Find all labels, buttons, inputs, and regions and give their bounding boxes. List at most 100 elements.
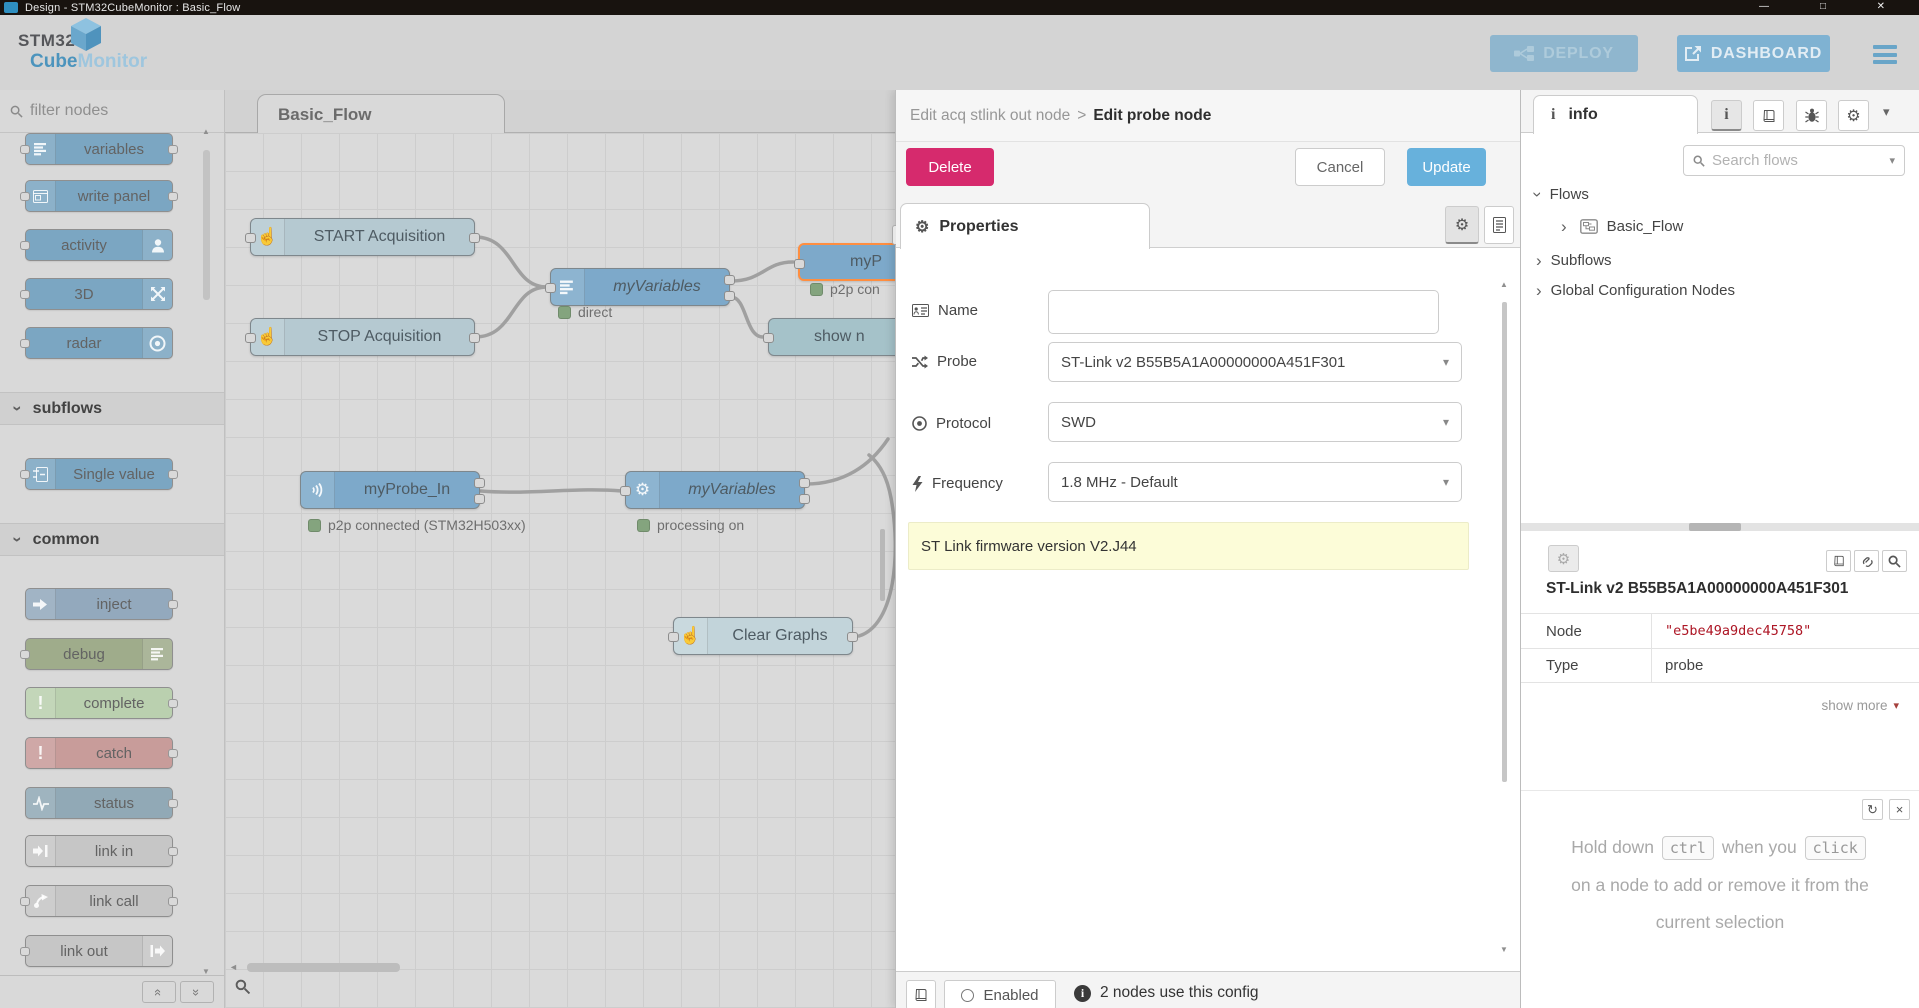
node-help-button[interactable] <box>906 980 936 1008</box>
name-input[interactable] <box>1048 290 1439 334</box>
sidebar-splitter[interactable] <box>1521 523 1919 531</box>
frequency-select[interactable]: 1.8 MHz - Default ▾ <box>1048 462 1462 502</box>
node-config-gear-button[interactable]: ⚙ <box>1548 545 1579 572</box>
tray-scrollbar[interactable] <box>1502 302 1507 782</box>
main-menu-button[interactable] <box>1873 45 1897 64</box>
chevron-down-icon[interactable]: ▾ <box>1883 104 1890 120</box>
scroll-left-icon[interactable]: ◄ <box>229 962 238 972</box>
tree-item-subflows[interactable]: › Subflows <box>1536 252 1612 269</box>
output-port[interactable] <box>469 233 480 243</box>
canvas-search-icon[interactable] <box>235 979 250 994</box>
palette-node-catch[interactable]: ! catch <box>25 737 178 769</box>
palette-node-link-out[interactable]: link out <box>20 935 173 967</box>
tab-properties[interactable]: ⚙ Properties <box>900 203 1150 250</box>
port[interactable] <box>168 799 178 808</box>
close-tip-button[interactable]: × <box>1889 799 1910 820</box>
node-myvariables-bottom[interactable]: ⚙ myVariables <box>620 471 810 509</box>
port[interactable] <box>168 192 178 201</box>
palette-node-radar[interactable]: radar <box>20 327 173 359</box>
palette-node-activity[interactable]: activity <box>20 229 173 261</box>
port[interactable] <box>168 847 178 856</box>
port[interactable] <box>20 650 30 659</box>
palette-node-status[interactable]: status <box>25 787 178 819</box>
search-flows-input[interactable] <box>1712 152 1862 169</box>
output-port[interactable] <box>799 494 810 504</box>
port[interactable] <box>168 600 178 609</box>
output-port[interactable] <box>799 478 810 488</box>
port[interactable] <box>20 192 30 201</box>
scroll-down-icon[interactable]: ▼ <box>1500 945 1508 954</box>
palette-collapse-all-button[interactable]: « <box>142 981 176 1003</box>
port[interactable] <box>168 699 178 708</box>
node-myprobe-in[interactable]: myProbe_In <box>300 471 485 509</box>
delete-button[interactable]: Delete <box>906 148 994 186</box>
port[interactable] <box>20 290 30 299</box>
node-myvariables-top[interactable]: myVariables <box>545 268 735 306</box>
splitter-grip[interactable] <box>1689 523 1741 531</box>
search-flows-box[interactable]: ▾ <box>1683 145 1905 176</box>
input-port[interactable] <box>668 632 679 642</box>
port[interactable] <box>20 241 30 250</box>
scroll-up-icon[interactable]: ▲ <box>202 127 210 136</box>
enabled-toggle-button[interactable]: Enabled <box>944 980 1056 1008</box>
vertical-scrollbar[interactable] <box>880 529 885 601</box>
refresh-tip-button[interactable]: ↻ <box>1862 799 1883 820</box>
node-show-notification[interactable]: show n <box>763 318 895 356</box>
palette-node-debug[interactable]: debug <box>20 638 173 670</box>
close-icon[interactable]: ✕ <box>1877 1 1885 12</box>
palette-scrollbar[interactable]: ▲ ▼ <box>202 127 211 976</box>
input-port[interactable] <box>245 233 256 243</box>
palette-node-variables[interactable]: variables <box>20 133 178 165</box>
output-port[interactable] <box>469 333 480 343</box>
sidebar-config-button[interactable]: ⚙ <box>1838 100 1869 131</box>
port[interactable] <box>168 145 178 154</box>
tab-basic-flow[interactable]: Basic_Flow <box>257 94 505 134</box>
node-myprobe-out-selected[interactable]: myP <box>794 243 895 281</box>
input-port[interactable] <box>245 333 256 343</box>
palette-node-3d[interactable]: 3D <box>20 278 173 310</box>
sidebar-debug-button[interactable] <box>1796 100 1827 131</box>
port[interactable] <box>20 897 30 906</box>
palette-node-link-call[interactable]: link call <box>20 885 178 917</box>
details-link-button[interactable] <box>1854 550 1879 572</box>
tab-info[interactable]: i info <box>1533 95 1698 135</box>
port[interactable] <box>168 749 178 758</box>
probe-select[interactable]: ST-Link v2 B55B5A1A00000000A451F301 ▾ <box>1048 342 1462 382</box>
cancel-button[interactable]: Cancel <box>1295 148 1385 186</box>
deploy-button[interactable]: DEPLOY <box>1490 35 1638 72</box>
palette-node-single-value[interactable]: Single value <box>20 458 178 490</box>
palette-section-subflows[interactable]: › subflows <box>0 392 224 425</box>
palette-node-write-panel[interactable]: write panel <box>20 180 178 212</box>
update-button[interactable]: Update <box>1407 148 1486 186</box>
breadcrumb-parent[interactable]: Edit acq stlink out node <box>910 107 1070 125</box>
port[interactable] <box>20 470 30 479</box>
details-help-button[interactable] <box>1826 550 1851 572</box>
details-search-button[interactable] <box>1882 550 1907 572</box>
node-stop-acquisition[interactable]: ☝ STOP Acquisition <box>245 318 480 356</box>
port[interactable] <box>20 339 30 348</box>
palette-filter[interactable] <box>0 90 224 133</box>
minimize-icon[interactable]: — <box>1759 1 1769 12</box>
palette-node-complete[interactable]: ! complete <box>25 687 178 719</box>
port[interactable] <box>20 145 30 154</box>
node-description-button[interactable] <box>1484 206 1514 244</box>
port[interactable] <box>20 947 30 956</box>
scroll-up-icon[interactable]: ▲ <box>1500 280 1508 289</box>
sidebar-info-button[interactable]: i <box>1711 100 1742 131</box>
dashboard-button[interactable]: DASHBOARD <box>1677 35 1830 72</box>
show-more-link[interactable]: show more ▾ <box>1821 698 1899 713</box>
node-start-acquisition[interactable]: ☝ START Acquisition <box>245 218 480 256</box>
palette-expand-all-button[interactable]: » <box>180 981 214 1003</box>
port[interactable] <box>168 897 178 906</box>
maximize-icon[interactable]: □ <box>1820 1 1826 12</box>
output-port[interactable] <box>724 291 735 301</box>
protocol-select[interactable]: SWD ▾ <box>1048 402 1462 442</box>
edit-properties-button[interactable]: ⚙ <box>1445 206 1479 244</box>
node-clear-graphs[interactable]: ☝ Clear Graphs <box>668 617 858 655</box>
input-port[interactable] <box>794 259 805 269</box>
sidebar-help-button[interactable] <box>1753 100 1784 131</box>
port[interactable] <box>168 470 178 479</box>
palette-filter-input[interactable] <box>30 102 190 120</box>
flow-workspace[interactable]: ☝ START Acquisition ☝ STOP Acquisition m… <box>225 133 895 1008</box>
horizontal-scrollbar[interactable] <box>247 963 400 972</box>
